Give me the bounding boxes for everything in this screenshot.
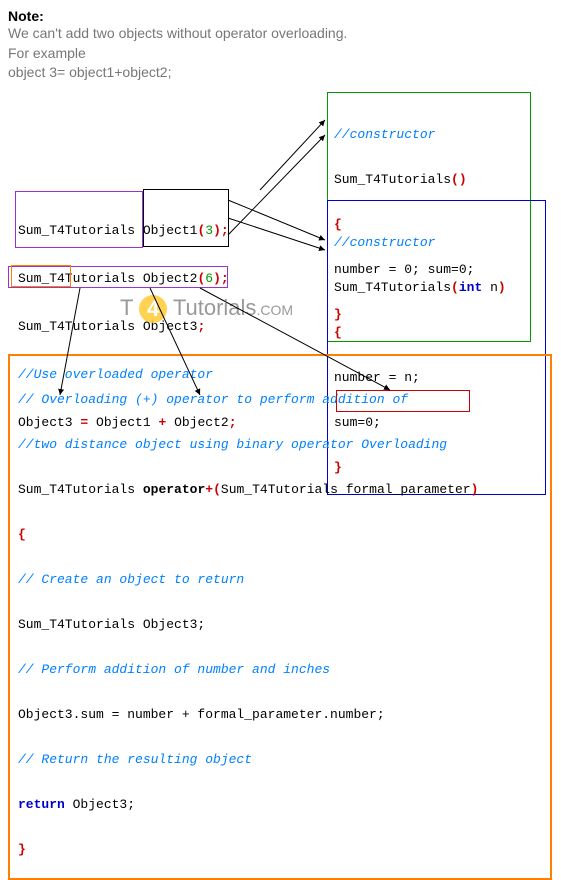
- ov-local: Sum_T4Tutorials Object3;: [18, 617, 542, 632]
- note-line3: object 3= object1+object2;: [8, 63, 553, 83]
- ctor2-open: {: [334, 325, 539, 340]
- operator-overload-box: // Overloading (+) operator to perform a…: [8, 354, 552, 880]
- ctor2-comment: //constructor: [334, 235, 539, 250]
- ov-sig: Sum_T4Tutorials operator+(Sum_T4Tutorial…: [18, 482, 542, 497]
- ov-assign: Object3.sum = number + formal_parameter.…: [18, 707, 542, 722]
- ov-c2: //two distance object using binary opera…: [18, 437, 542, 452]
- decl-obj3: Object3: [143, 319, 198, 334]
- ctor1-comment: //constructor: [334, 127, 524, 142]
- note-title: Note:: [8, 8, 553, 24]
- ov-retkw: return: [18, 797, 65, 812]
- ov-open: {: [18, 527, 542, 542]
- ov-retval: Object3;: [73, 797, 135, 812]
- ctor1-sig: Sum_T4Tutorials(): [334, 172, 524, 187]
- ctor1-name: Sum_T4Tutorials: [334, 172, 451, 187]
- note-line1: We can't add two objects without operato…: [8, 24, 553, 44]
- box-object3-lhs: [11, 265, 71, 287]
- box-type-column: [15, 191, 143, 248]
- ov-return: return Object3;: [18, 797, 542, 812]
- ctor2-pname: n: [490, 280, 498, 295]
- ov-c5: // Return the resulting object: [18, 752, 542, 767]
- ov-c3: // Create an object to return: [18, 572, 542, 587]
- box-formal-parameter: [336, 390, 470, 412]
- ov-c4: // Perform addition of number and inches: [18, 662, 542, 677]
- ctor2-name: Sum_T4Tutorials: [334, 280, 451, 295]
- ov-ptype: Sum_T4Tutorials: [221, 482, 338, 497]
- ov-opsym: +: [205, 482, 213, 497]
- ov-pname: formal_parameter: [346, 482, 471, 497]
- note-line2: For example: [8, 44, 553, 64]
- ctor2-sig: Sum_T4Tutorials(int n): [334, 280, 539, 295]
- ov-close: }: [18, 842, 542, 857]
- box-objects-column: [143, 189, 229, 247]
- ov-opkw: operator: [143, 482, 205, 497]
- wm-dotcom: .COM: [256, 302, 293, 318]
- note-section: Note: We can't add two objects without o…: [8, 8, 553, 83]
- ctor2-ptype: int: [459, 280, 482, 295]
- decl-type-3: Sum_T4Tutorials: [18, 319, 135, 334]
- ov-rettype: Sum_T4Tutorials: [18, 482, 135, 497]
- decl-row-3: Sum_T4Tutorials Object3;: [18, 318, 237, 336]
